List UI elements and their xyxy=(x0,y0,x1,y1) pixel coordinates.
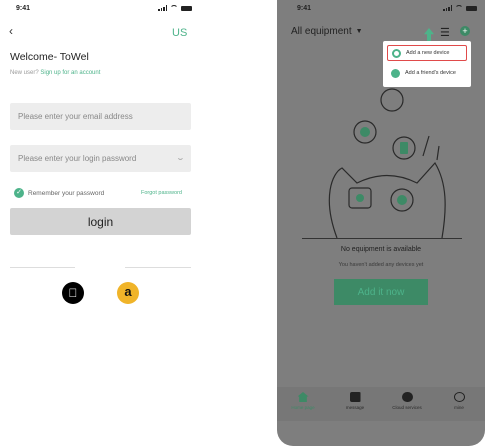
message-icon xyxy=(349,392,361,402)
eye-closed-icon[interactable]: ⌣ xyxy=(178,145,183,172)
divider-right xyxy=(125,267,191,268)
signup-link[interactable]: Sign up for an account xyxy=(40,70,100,76)
battery-icon xyxy=(181,5,192,11)
email-field[interactable]: Please enter your email address xyxy=(10,103,191,130)
remember-label: Remember your password xyxy=(28,189,105,197)
empty-cat-illustration xyxy=(328,88,446,239)
screen: 9:41 ‹ US Welcome- ToWel New user? Sign … xyxy=(0,0,485,446)
list-icon[interactable]: ☰ xyxy=(440,26,450,39)
new-user-prefix: New user? xyxy=(10,70,39,76)
status-bar-right: 9:41 xyxy=(277,0,485,16)
status-time-right: 9:41 xyxy=(297,5,312,12)
add-menu: Add a new device Add a friend's device xyxy=(383,41,471,87)
caret-down-icon: ▼ xyxy=(355,28,363,35)
apple-icon[interactable]:  xyxy=(62,282,84,304)
remember-password-toggle[interactable]: ✓ Remember your password xyxy=(14,188,104,198)
chevron-left-icon[interactable]: ‹ xyxy=(9,25,19,37)
cloud-icon xyxy=(401,392,413,402)
home-screen: 9:41 All equipment ▼ ☰ + Add a new devic… xyxy=(277,0,485,446)
signal-icon xyxy=(443,5,452,11)
menu-item-add-new-device[interactable]: Add a new device xyxy=(387,45,467,61)
empty-title: No equipment is available xyxy=(340,246,422,253)
equipment-filter-label: All equipment xyxy=(291,26,352,37)
tab-message[interactable]: message xyxy=(329,387,381,421)
new-user-line: New user? Sign up for an account xyxy=(10,70,100,76)
login-screen: 9:41 ‹ US Welcome- ToWel New user? Sign … xyxy=(0,0,200,446)
cat-outline xyxy=(328,161,446,239)
status-icons xyxy=(158,5,192,11)
menu-item-label: Add a new device xyxy=(406,50,450,56)
tab-label: mine xyxy=(454,405,464,410)
status-time: 9:41 xyxy=(16,5,31,12)
status-bar: 9:41 xyxy=(0,0,200,16)
forgot-password-link[interactable]: Forgot password xyxy=(141,190,182,196)
tab-label: Home page xyxy=(291,405,315,410)
signal-icon xyxy=(158,5,167,11)
tab-mine[interactable]: mine xyxy=(433,387,485,421)
bubble-icon xyxy=(380,88,404,112)
add-it-now-button[interactable]: Add it now xyxy=(334,279,428,305)
ground-line xyxy=(302,238,462,239)
divider-left xyxy=(10,267,75,268)
equipment-filter[interactable]: All equipment ▼ xyxy=(291,26,363,37)
menu-item-label: Add a friend's device xyxy=(405,70,456,76)
check-icon[interactable]: ✓ xyxy=(14,188,24,198)
menu-item-add-friend-device[interactable]: Add a friend's device xyxy=(387,65,467,81)
tab-label: Cloud services xyxy=(392,405,422,410)
welcome-title: Welcome- ToWel xyxy=(10,51,89,63)
tab-label: message xyxy=(345,405,365,410)
wifi-icon xyxy=(455,5,463,11)
amazon-icon[interactable]: a xyxy=(117,282,139,304)
battery-icon xyxy=(466,5,477,11)
login-button[interactable]: login xyxy=(10,208,191,235)
friend-icon xyxy=(391,68,400,78)
tab-home[interactable]: Home page xyxy=(277,387,329,421)
password-placeholder: Please enter your login password xyxy=(18,154,137,163)
language-selector[interactable]: US xyxy=(172,27,187,39)
status-icons-right xyxy=(443,5,477,11)
arrow-up-pointer-icon xyxy=(424,28,434,42)
wifi-icon xyxy=(170,5,178,11)
password-field[interactable]: Please enter your login password ⌣ xyxy=(10,145,191,172)
user-icon xyxy=(453,392,465,402)
tab-cloud-services[interactable]: Cloud services xyxy=(381,387,433,421)
plus-icon[interactable]: + xyxy=(460,26,470,36)
tab-bar: Home page message Cloud services mine xyxy=(277,387,485,421)
device-icon xyxy=(392,48,401,58)
home-icon xyxy=(297,392,309,402)
empty-subtitle: You haven't added any devices yet xyxy=(338,262,424,268)
